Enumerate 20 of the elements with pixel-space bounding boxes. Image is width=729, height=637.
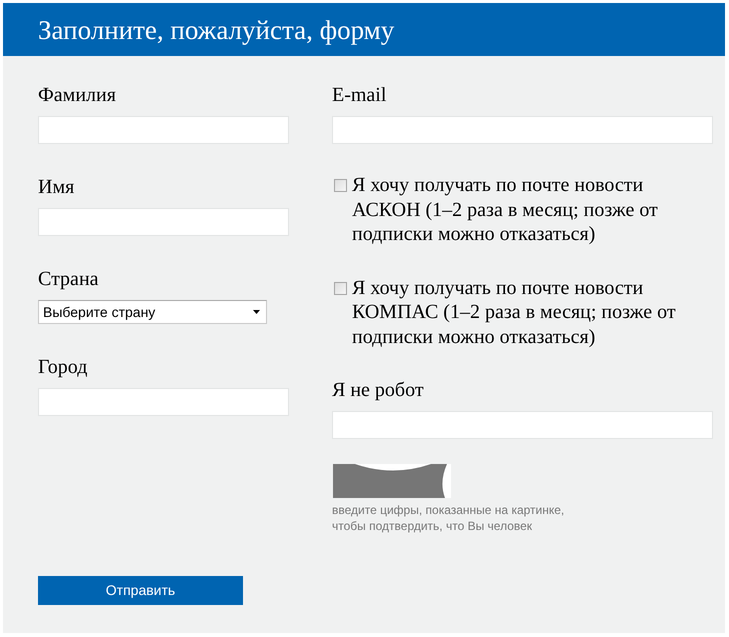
input-field[interactable] xyxy=(38,208,289,236)
input-field[interactable] xyxy=(332,411,713,439)
checkbox-label: Я хочу получать по почте новости КОМПАС (1–2 раза в месяц; позже от подписки можно отказаться) xyxy=(352,276,677,349)
input-field[interactable] xyxy=(38,388,289,416)
field-label: Город xyxy=(38,356,88,378)
captcha-hint: введите цифры, показанные на картинке, чтобы подтвердить, что Вы человек xyxy=(332,502,566,534)
field-label: Страна xyxy=(38,268,100,290)
checkbox[interactable] xyxy=(334,179,347,192)
field-label: Имя xyxy=(38,176,76,198)
submit-button[interactable]: Отправить xyxy=(38,576,243,605)
checkbox-label: Я хочу получать по почте новости АСКОН (1–2 раза в месяц; позже от подписки можно отказаться) xyxy=(352,173,659,246)
checkbox[interactable] xyxy=(334,282,347,294)
caret-icon xyxy=(253,310,260,314)
input-field[interactable] xyxy=(332,116,713,144)
field-label: Фамилия xyxy=(38,84,117,106)
input-field[interactable] xyxy=(38,116,289,144)
field-label: Я не робот xyxy=(332,379,425,401)
form-title: Заполните, пожалуйста, форму xyxy=(38,14,394,46)
field-label: E-mail xyxy=(332,84,388,106)
country-select[interactable]: Выберите страну xyxy=(38,300,267,324)
